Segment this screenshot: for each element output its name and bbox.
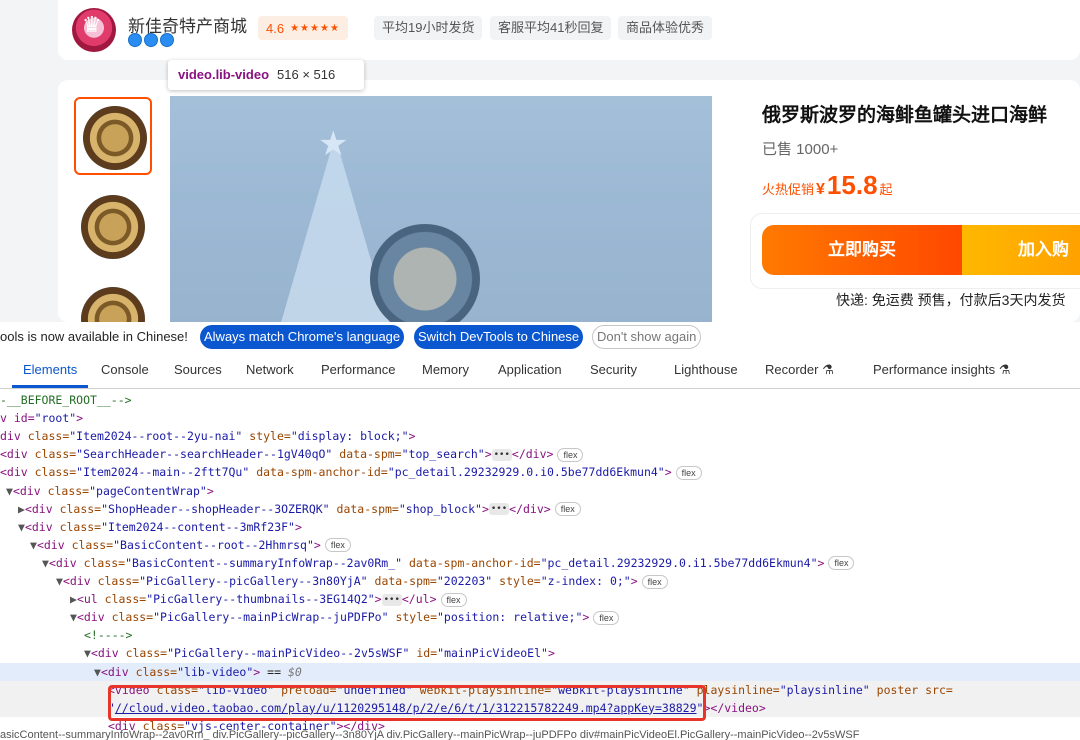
dom-node-line[interactable]: ▼<div class="Item2024--content--3mRf23F"… (0, 518, 302, 536)
annotation-highlight-box (108, 685, 706, 721)
main-product-video[interactable]: ★ (170, 96, 712, 322)
dom-node-line[interactable]: <!----> (0, 626, 132, 644)
always-match-language-button[interactable]: Always match Chrome's language (200, 325, 405, 349)
dom-node-line[interactable]: ▶<ul class="PicGallery--thumbnails--3EG1… (0, 590, 467, 608)
shop-logo[interactable]: ♛ (72, 8, 116, 52)
tab-lighthouse[interactable]: Lighthouse (674, 362, 738, 377)
dom-node-line[interactable]: ▼<div class="BasicContent--root--2Hhmrsq… (0, 536, 351, 554)
dom-node-line[interactable]: <div class="Item2024--main--2ftt7Qu" dat… (0, 463, 702, 481)
tab-security[interactable]: Security (590, 362, 637, 377)
tooltip-selector: video.lib-video (178, 67, 270, 82)
shop-rating: 4.6 ★★★★★ (258, 16, 348, 40)
devtools-language-banner: ools is now available in Chinese! Always… (0, 322, 1080, 352)
active-tab-indicator (12, 385, 88, 388)
diamond-icon (160, 33, 174, 47)
dom-node-line[interactable]: ▼<div class="pageContentWrap"> (0, 482, 214, 500)
price-suffix: 起 (879, 182, 893, 197)
dom-node-line[interactable]: <div class="SearchHeader--searchHeader--… (0, 445, 584, 463)
shop-level-badges (128, 33, 174, 47)
dom-breadcrumb: asicContent--summaryInfoWrap--2av0Rm_ di… (0, 729, 860, 740)
price-value: 15.8 (826, 170, 878, 200)
price-block: 火热促销 ¥ 15.8 起 (762, 170, 893, 201)
tab-memory[interactable]: Memory (422, 362, 469, 377)
rating-score: 4.6 (266, 20, 285, 36)
tab-application[interactable]: Application (498, 362, 562, 377)
devtools-inspect-highlight (170, 96, 712, 322)
dom-node-line[interactable]: ▼<div class="PicGallery--mainPicWrap--ju… (0, 608, 620, 626)
elements-dom-tree: <div class="vjs-center-container"></div>… (0, 389, 1080, 740)
shop-tag-shipping: 平均19小时发货 (374, 16, 483, 40)
dom-node-line[interactable]: ▶<div class="ShopHeader--shopHeader--3OZ… (0, 500, 581, 518)
add-to-cart-button[interactable]: 加入购物 (962, 225, 1080, 309)
tab-network[interactable]: Network (246, 362, 294, 377)
buy-now-button[interactable]: 立即购买 (762, 225, 962, 275)
dont-show-again-button[interactable]: Don't show again (592, 325, 702, 349)
gallery-thumbnail[interactable] (74, 280, 152, 322)
crown-icon: ♛ (82, 12, 102, 37)
currency-symbol: ¥ (816, 181, 825, 198)
dom-node-selected[interactable]: ▼<div class="lib-video"> == $0 (0, 662, 1080, 681)
dom-node-line[interactable]: v id="root"> (0, 409, 83, 427)
dom-node-line[interactable]: ▼<div class="PicGallery--mainPicVideo--2… (0, 644, 555, 662)
tooltip-size: 516 × 516 (277, 67, 336, 82)
thumbnail-image (81, 195, 145, 259)
shop-tag-experience: 商品体验优秀 (618, 16, 713, 40)
thumbnail-image (81, 287, 145, 322)
gallery-thumbnail[interactable] (74, 188, 152, 266)
banner-text: ools is now available in Chinese! (0, 329, 188, 344)
shop-tag-service: 客服平均41秒回复 (490, 16, 612, 40)
product-page: ♛ 新佳奇特产商城 4.6 ★★★★★ 平均19小时发货 客服平均41秒回复 商… (0, 0, 1080, 322)
rating-stars: ★★★★★ (290, 22, 340, 34)
promo-label: 火热促销 (762, 182, 815, 197)
diamond-icon (128, 33, 142, 47)
diamond-icon (144, 33, 158, 47)
dom-node-line[interactable]: -__BEFORE_ROOT__--> (0, 391, 132, 409)
dom-node-line[interactable]: ▼<div class="BasicContent--summaryInfoWr… (0, 554, 855, 572)
tab-elements[interactable]: Elements (23, 362, 77, 377)
devtools-inspect-tooltip: video.lib-video 516 × 516 (168, 60, 364, 90)
tab-console[interactable]: Console (101, 362, 149, 377)
dom-node-line[interactable]: div class="Item2024--root--2yu-nai" styl… (0, 427, 415, 445)
devtools-tab-bar: Elements Console Sources Network Perform… (0, 352, 1080, 389)
gallery-thumbnail[interactable] (74, 97, 152, 175)
shipping-info: 快递: 免运费 预售，付款后3天内发货 (836, 292, 1066, 308)
tab-performance-insights[interactable]: Performance insights ⚗ (873, 362, 1010, 378)
tab-sources[interactable]: Sources (174, 362, 222, 377)
switch-to-chinese-button[interactable]: Switch DevTools to Chinese (414, 325, 584, 349)
shop-header: ♛ 新佳奇特产商城 4.6 ★★★★★ 平均19小时发货 客服平均41秒回复 商… (58, 0, 1080, 60)
tab-recorder[interactable]: Recorder ⚗ (765, 362, 834, 378)
thumbnail-image (83, 106, 147, 170)
dom-node-line[interactable]: ▼<div class="PicGallery--picGallery--3n8… (0, 572, 668, 590)
product-title: 俄罗斯波罗的海鲱鱼罐头进口海鲜 (762, 105, 1048, 126)
sold-count: 已售 1000+ (762, 141, 839, 158)
tab-performance[interactable]: Performance (321, 362, 395, 377)
